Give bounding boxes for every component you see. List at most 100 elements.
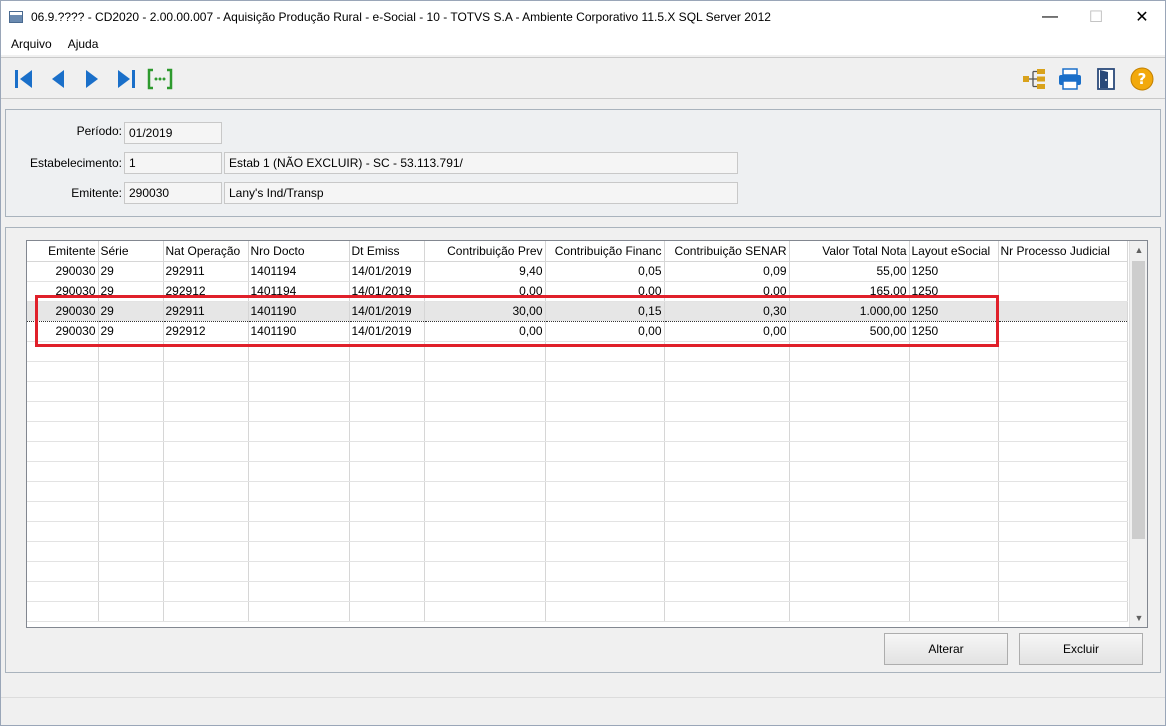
tree-icon[interactable] xyxy=(1019,64,1049,94)
maximize-button[interactable]: ☐ xyxy=(1073,1,1119,33)
goto-icon[interactable] xyxy=(145,64,175,94)
empty-table-row[interactable] xyxy=(27,421,1128,442)
table-cell xyxy=(163,361,249,382)
empty-table-row[interactable] xyxy=(27,501,1128,522)
table-row[interactable]: 290030 29 292912 1401190 14/01/2019 0,00 0,00 0… xyxy=(27,321,1128,342)
close-button[interactable]: ✕ xyxy=(1119,1,1165,33)
next-record-icon[interactable] xyxy=(77,64,107,94)
alterar-button[interactable]: Alterar xyxy=(884,633,1008,665)
col-contribuicao-senar[interactable]: Contribuição SENAR xyxy=(664,241,790,262)
empty-table-row[interactable] xyxy=(27,361,1128,382)
table-cell xyxy=(545,561,665,582)
table-cell xyxy=(998,341,1128,362)
minimize-button[interactable]: — xyxy=(1027,1,1073,33)
empty-table-row[interactable] xyxy=(27,441,1128,462)
table-cell: 55,00 xyxy=(789,261,910,282)
table-cell xyxy=(664,441,790,462)
estabelecimento-description-field: Estab 1 (NÃO EXCLUIR) - SC - 53.113.791/ xyxy=(224,152,738,174)
periodo-field[interactable]: 01/2019 xyxy=(124,122,222,144)
empty-table-row[interactable] xyxy=(27,541,1128,562)
emitente-code-field[interactable]: 290030 xyxy=(124,182,222,204)
help-icon[interactable]: ? xyxy=(1127,64,1157,94)
table-cell xyxy=(349,481,425,502)
table-cell xyxy=(664,601,790,622)
col-emitente[interactable]: Emitente xyxy=(27,241,99,262)
app-window-icon[interactable] xyxy=(9,11,23,23)
col-contribuicao-prev[interactable]: Contribuição Prev xyxy=(424,241,546,262)
grid-header-row: Emitente Série Nat Operação Nro Docto Dt… xyxy=(27,241,1128,262)
periodo-label: Período: xyxy=(76,124,122,138)
first-record-icon[interactable] xyxy=(9,64,39,94)
table-row[interactable]: 290030 29 292911 1401194 14/01/2019 9,40 0,05 0… xyxy=(27,261,1128,282)
table-cell: 0,00 xyxy=(424,281,546,302)
table-cell xyxy=(248,601,350,622)
col-dt-emiss[interactable]: Dt Emiss xyxy=(349,241,425,262)
table-cell xyxy=(163,561,249,582)
table-cell: 292912 xyxy=(163,281,249,302)
table-cell xyxy=(998,300,1128,322)
col-valor-total-nota[interactable]: Valor Total Nota xyxy=(789,241,910,262)
table-row[interactable]: 290030 29 292911 1401190 14/01/2019 30,00 0,15… xyxy=(27,300,1128,322)
col-serie[interactable]: Série xyxy=(98,241,164,262)
empty-table-row[interactable] xyxy=(27,581,1128,602)
table-cell xyxy=(27,561,99,582)
empty-table-row[interactable] xyxy=(27,461,1128,482)
table-cell xyxy=(349,561,425,582)
empty-table-row[interactable] xyxy=(27,521,1128,542)
estabelecimento-code-field[interactable]: 1 xyxy=(124,152,222,174)
empty-table-row[interactable] xyxy=(27,481,1128,502)
estabelecimento-label: Estabelecimento: xyxy=(29,156,122,170)
table-row[interactable]: 290030 29 292912 1401194 14/01/2019 0,00 0,00 0… xyxy=(27,281,1128,302)
empty-table-row[interactable] xyxy=(27,601,1128,622)
table-cell xyxy=(789,361,910,382)
table-cell: 14/01/2019 xyxy=(349,281,425,302)
table-cell xyxy=(789,401,910,422)
table-cell xyxy=(424,441,546,462)
documents-grid[interactable]: Emitente Série Nat Operação Nro Docto Dt… xyxy=(26,240,1148,628)
previous-record-icon[interactable] xyxy=(43,64,73,94)
table-cell xyxy=(545,361,665,382)
col-contribuicao-financ[interactable]: Contribuição Financ xyxy=(545,241,665,262)
scroll-thumb[interactable] xyxy=(1132,261,1145,539)
print-icon[interactable] xyxy=(1055,64,1085,94)
table-cell xyxy=(545,441,665,462)
table-cell xyxy=(98,561,164,582)
table-cell xyxy=(163,441,249,462)
table-cell xyxy=(909,381,999,402)
col-nat-operacao[interactable]: Nat Operação xyxy=(163,241,249,262)
table-cell xyxy=(909,441,999,462)
table-cell xyxy=(424,341,546,362)
menu-ajuda[interactable]: Ajuda xyxy=(60,37,107,51)
table-cell: 1401194 xyxy=(248,281,350,302)
table-cell xyxy=(349,401,425,422)
table-cell xyxy=(98,361,164,382)
excluir-button[interactable]: Excluir xyxy=(1019,633,1143,665)
scroll-down-icon[interactable]: ▼ xyxy=(1130,609,1147,627)
table-cell xyxy=(998,381,1128,402)
scroll-up-icon[interactable]: ▲ xyxy=(1130,241,1147,259)
table-cell xyxy=(789,341,910,362)
toolbar: ? xyxy=(1,57,1165,99)
col-nr-processo-judicial[interactable]: Nr Processo Judicial xyxy=(998,241,1128,262)
exit-door-icon[interactable] xyxy=(1091,64,1121,94)
table-cell xyxy=(909,541,999,562)
col-layout-esocial[interactable]: Layout eSocial xyxy=(909,241,999,262)
empty-table-row[interactable] xyxy=(27,401,1128,422)
table-cell: 1401194 xyxy=(248,261,350,282)
table-cell xyxy=(98,501,164,522)
table-cell xyxy=(545,341,665,362)
empty-table-row[interactable] xyxy=(27,561,1128,582)
vertical-scrollbar[interactable]: ▲ ▼ xyxy=(1129,241,1147,627)
table-cell: 0,00 xyxy=(664,281,790,302)
table-cell xyxy=(545,501,665,522)
col-nro-docto[interactable]: Nro Docto xyxy=(248,241,350,262)
table-cell xyxy=(664,381,790,402)
menu-arquivo[interactable]: Arquivo xyxy=(1,37,60,51)
table-cell: 0,00 xyxy=(545,321,665,342)
table-cell xyxy=(909,401,999,422)
last-record-icon[interactable] xyxy=(111,64,141,94)
table-cell xyxy=(98,461,164,482)
table-cell xyxy=(248,401,350,422)
empty-table-row[interactable] xyxy=(27,341,1128,362)
empty-table-row[interactable] xyxy=(27,381,1128,402)
